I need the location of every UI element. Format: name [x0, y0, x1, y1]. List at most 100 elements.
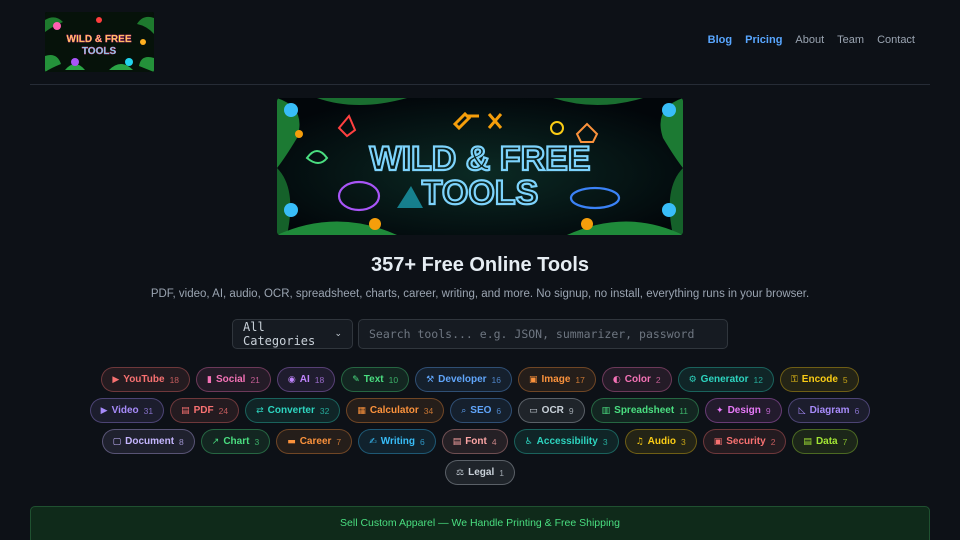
site-header: WILD & FREE TOOLS Blog Pricing About Tea…	[30, 0, 930, 85]
category-chip-label: OCR	[541, 405, 564, 416]
developer-icon: ⚒	[426, 374, 435, 385]
search-input[interactable]	[358, 319, 728, 349]
category-chip-label: YouTube	[123, 374, 165, 385]
nav-team[interactable]: Team	[837, 34, 864, 46]
category-chip-count: 2	[655, 374, 661, 385]
category-select[interactable]: All Categories ⌄	[232, 319, 353, 349]
category-chip-count: 6	[496, 405, 502, 416]
category-chip-count: 8	[179, 436, 184, 447]
category-chip-count: 2	[770, 436, 776, 447]
category-chip-label: Chart	[223, 436, 250, 447]
site-logo[interactable]: WILD & FREE TOOLS	[45, 12, 154, 72]
category-chip-data[interactable]: ▤ Data 7	[792, 429, 859, 454]
category-select-value: All Categories	[243, 320, 316, 348]
diagram-icon: ◺	[798, 405, 806, 416]
category-chip-count: 9	[568, 405, 574, 416]
category-chip-label: Security	[726, 436, 766, 447]
font-icon: ▤	[452, 436, 462, 447]
category-chip-font[interactable]: ▤ Font 4	[441, 429, 508, 454]
promo-text: Sell Custom Apparel — We Handle Printing…	[340, 517, 620, 529]
nav-pricing[interactable]: Pricing	[745, 34, 782, 46]
category-chip-label: Calculator	[369, 405, 419, 416]
category-chip-social[interactable]: ▮ Social 21	[196, 367, 271, 392]
accessibility-icon: ♿	[524, 436, 533, 447]
category-chip-label: AI	[299, 374, 310, 385]
category-chip-label: Data	[815, 436, 838, 447]
calculator-icon: ▦	[357, 405, 366, 416]
category-chip-label: Generator	[700, 374, 749, 385]
category-chip-count: 18	[169, 374, 180, 385]
banner-line1: WILD & FREE	[370, 140, 591, 178]
category-chip-color[interactable]: ◐ Color 2	[601, 367, 672, 392]
category-chip-ocr[interactable]: ▭ OCR 9	[518, 398, 585, 423]
seo-icon: ⌕	[461, 405, 467, 416]
category-chip-calculator[interactable]: ▦ Calculator 34	[346, 398, 445, 423]
social-icon: ▮	[207, 374, 212, 385]
image-icon: ▣	[529, 374, 538, 385]
category-chip-text[interactable]: ✎ Text 10	[341, 367, 410, 392]
chart-icon: ↗	[211, 436, 220, 447]
category-chip-label: Image	[541, 374, 571, 385]
category-chip-encode[interactable]: ⚿ Encode 5	[779, 367, 859, 392]
promo-banner[interactable]: Sell Custom Apparel — We Handle Printing…	[30, 506, 930, 540]
category-chip-label: Color	[624, 374, 651, 385]
category-chip-spreadsheet[interactable]: ▥ Spreadsheet 11	[590, 398, 700, 423]
category-chip-pdf[interactable]: ▤ PDF 24	[170, 398, 240, 423]
category-chip-ai[interactable]: ◉ AI 18	[276, 367, 336, 392]
category-chip-count: 3	[254, 436, 260, 447]
category-chip-career[interactable]: ▬ Career 7	[276, 429, 353, 454]
nav-about[interactable]: About	[795, 34, 824, 46]
category-chip-label: Social	[215, 374, 246, 385]
video-icon: ▶	[100, 405, 108, 416]
logo-line2: TOOLS	[82, 46, 117, 57]
category-chip-video[interactable]: ▶ Video 31	[89, 398, 165, 423]
category-chip-count: 3	[680, 436, 686, 447]
hero-banner: WILD & FREE TOOLS	[277, 98, 683, 235]
category-chip-legal[interactable]: ⚖ Legal 1	[445, 460, 515, 485]
category-chip-writing[interactable]: ✍ Writing 6	[358, 429, 436, 454]
category-chip-converter[interactable]: ⇄ Converter 32	[245, 398, 341, 423]
category-chip-label: Spreadsheet	[614, 405, 675, 416]
category-chip-count: 10	[388, 374, 399, 385]
category-chip-design[interactable]: ✦ Design 9	[705, 398, 782, 423]
category-chip-label: Career	[299, 436, 332, 447]
writing-icon: ✍	[369, 436, 377, 447]
category-chip-seo[interactable]: ⌕ SEO 6	[450, 398, 513, 423]
color-icon: ◐	[612, 374, 621, 385]
category-chip-generator[interactable]: ⚙ Generator 12	[677, 367, 774, 392]
category-chip-diagram[interactable]: ◺ Diagram 6	[787, 398, 871, 423]
converter-icon: ⇄	[256, 405, 264, 416]
chevron-down-icon: ⌄	[334, 329, 342, 339]
category-chip-youtube[interactable]: ▶ YouTube 18	[101, 367, 191, 392]
category-chip-count: 21	[250, 374, 260, 385]
category-chip-count: 5	[842, 374, 848, 385]
category-chip-count: 12	[753, 374, 763, 385]
category-chip-label: PDF	[193, 405, 214, 416]
category-chip-security[interactable]: ▣ Security 2	[702, 429, 787, 454]
category-chip-document[interactable]: ▢ Document 8	[101, 429, 195, 454]
security-icon: ▣	[713, 436, 723, 447]
category-chip-label: SEO	[470, 405, 492, 416]
category-chip-label: Converter	[267, 405, 315, 416]
category-chip-developer[interactable]: ⚒ Developer 16	[415, 367, 512, 392]
nav-contact[interactable]: Contact	[877, 34, 915, 46]
category-chip-label: Design	[727, 405, 761, 416]
category-chip-count: 3	[602, 436, 608, 447]
generator-icon: ⚙	[688, 374, 697, 385]
category-chip-accessibility[interactable]: ♿ Accessibility 3	[513, 429, 619, 454]
spreadsheet-icon: ▥	[601, 405, 611, 416]
category-chip-count: 6	[854, 405, 860, 416]
category-chip-label: Text	[363, 374, 384, 385]
youtube-icon: ▶	[112, 374, 120, 385]
category-chip-audio[interactable]: ♫ Audio 3	[624, 429, 697, 454]
category-chip-label: Writing	[380, 436, 415, 447]
category-chip-label: Legal	[468, 467, 495, 478]
category-chip-count: 18	[314, 374, 325, 385]
category-chip-chart[interactable]: ↗ Chart 3	[200, 429, 271, 454]
nav-blog[interactable]: Blog	[708, 34, 732, 46]
page-title: 357+ Free Online Tools	[370, 254, 590, 276]
category-chip-count: 24	[218, 405, 229, 416]
legal-icon: ⚖	[456, 467, 465, 478]
category-chip-image[interactable]: ▣ Image 17	[518, 367, 596, 392]
category-chip-count: 7	[336, 436, 342, 447]
